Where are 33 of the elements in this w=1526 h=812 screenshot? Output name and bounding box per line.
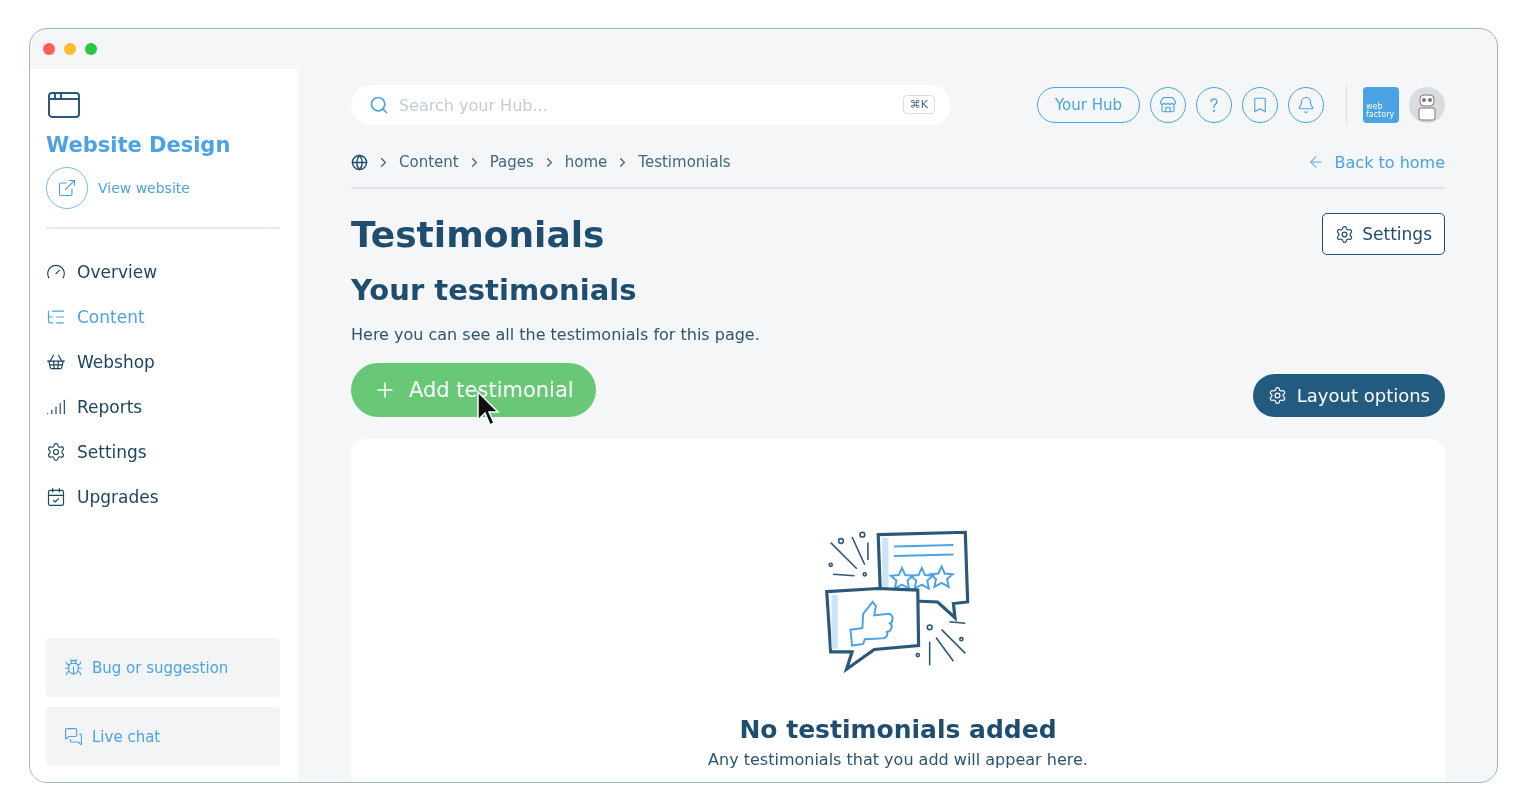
- search-icon: [369, 95, 389, 115]
- sidebar-item[interactable]: Upgrades: [46, 474, 280, 519]
- maximize-dot[interactable]: [85, 43, 97, 55]
- minimize-dot[interactable]: [64, 43, 76, 55]
- empty-state-title: No testimonials added: [739, 715, 1057, 744]
- sidebar-item[interactable]: Overview: [46, 249, 280, 294]
- settings-icon: [1335, 224, 1355, 244]
- breadcrumb-link[interactable]: home: [564, 153, 608, 171]
- section-title: Your testimonials: [351, 273, 638, 307]
- bell-icon: [1297, 96, 1315, 114]
- settings-button[interactable]: Settings: [1322, 213, 1445, 255]
- settings-icon: [46, 441, 66, 462]
- sidebar-item[interactable]: Reports: [46, 384, 280, 429]
- globe-icon[interactable]: [351, 153, 368, 171]
- close-dot[interactable]: [43, 43, 55, 55]
- sidebar-item[interactable]: Settings: [46, 429, 280, 474]
- page-title: Testimonials: [351, 213, 605, 255]
- settings-icon: [1267, 386, 1287, 405]
- site-title: Website Design: [46, 133, 232, 157]
- section-description: Here you can see all the testimonials for this page.: [351, 325, 761, 344]
- sidebar-item[interactable]: Webshop: [46, 339, 280, 384]
- shortcut-hint: ⌘K: [902, 95, 935, 114]
- avatar-icon[interactable]: [1409, 87, 1445, 123]
- bookmark-icon: [1251, 96, 1269, 114]
- calendar-icon: [46, 486, 66, 507]
- empty-state-description: Any testimonials that you add will appear here.: [708, 750, 1088, 769]
- bug-icon: [64, 658, 83, 677]
- chat-icon: [64, 727, 83, 746]
- breadcrumb-link[interactable]: Content: [399, 153, 459, 171]
- store-icon: [1159, 96, 1177, 114]
- layout-options-button[interactable]: Layout options: [1252, 374, 1445, 417]
- breadcrumb-link[interactable]: Testimonials: [638, 153, 731, 171]
- breadcrumb-link[interactable]: Pages: [489, 153, 534, 171]
